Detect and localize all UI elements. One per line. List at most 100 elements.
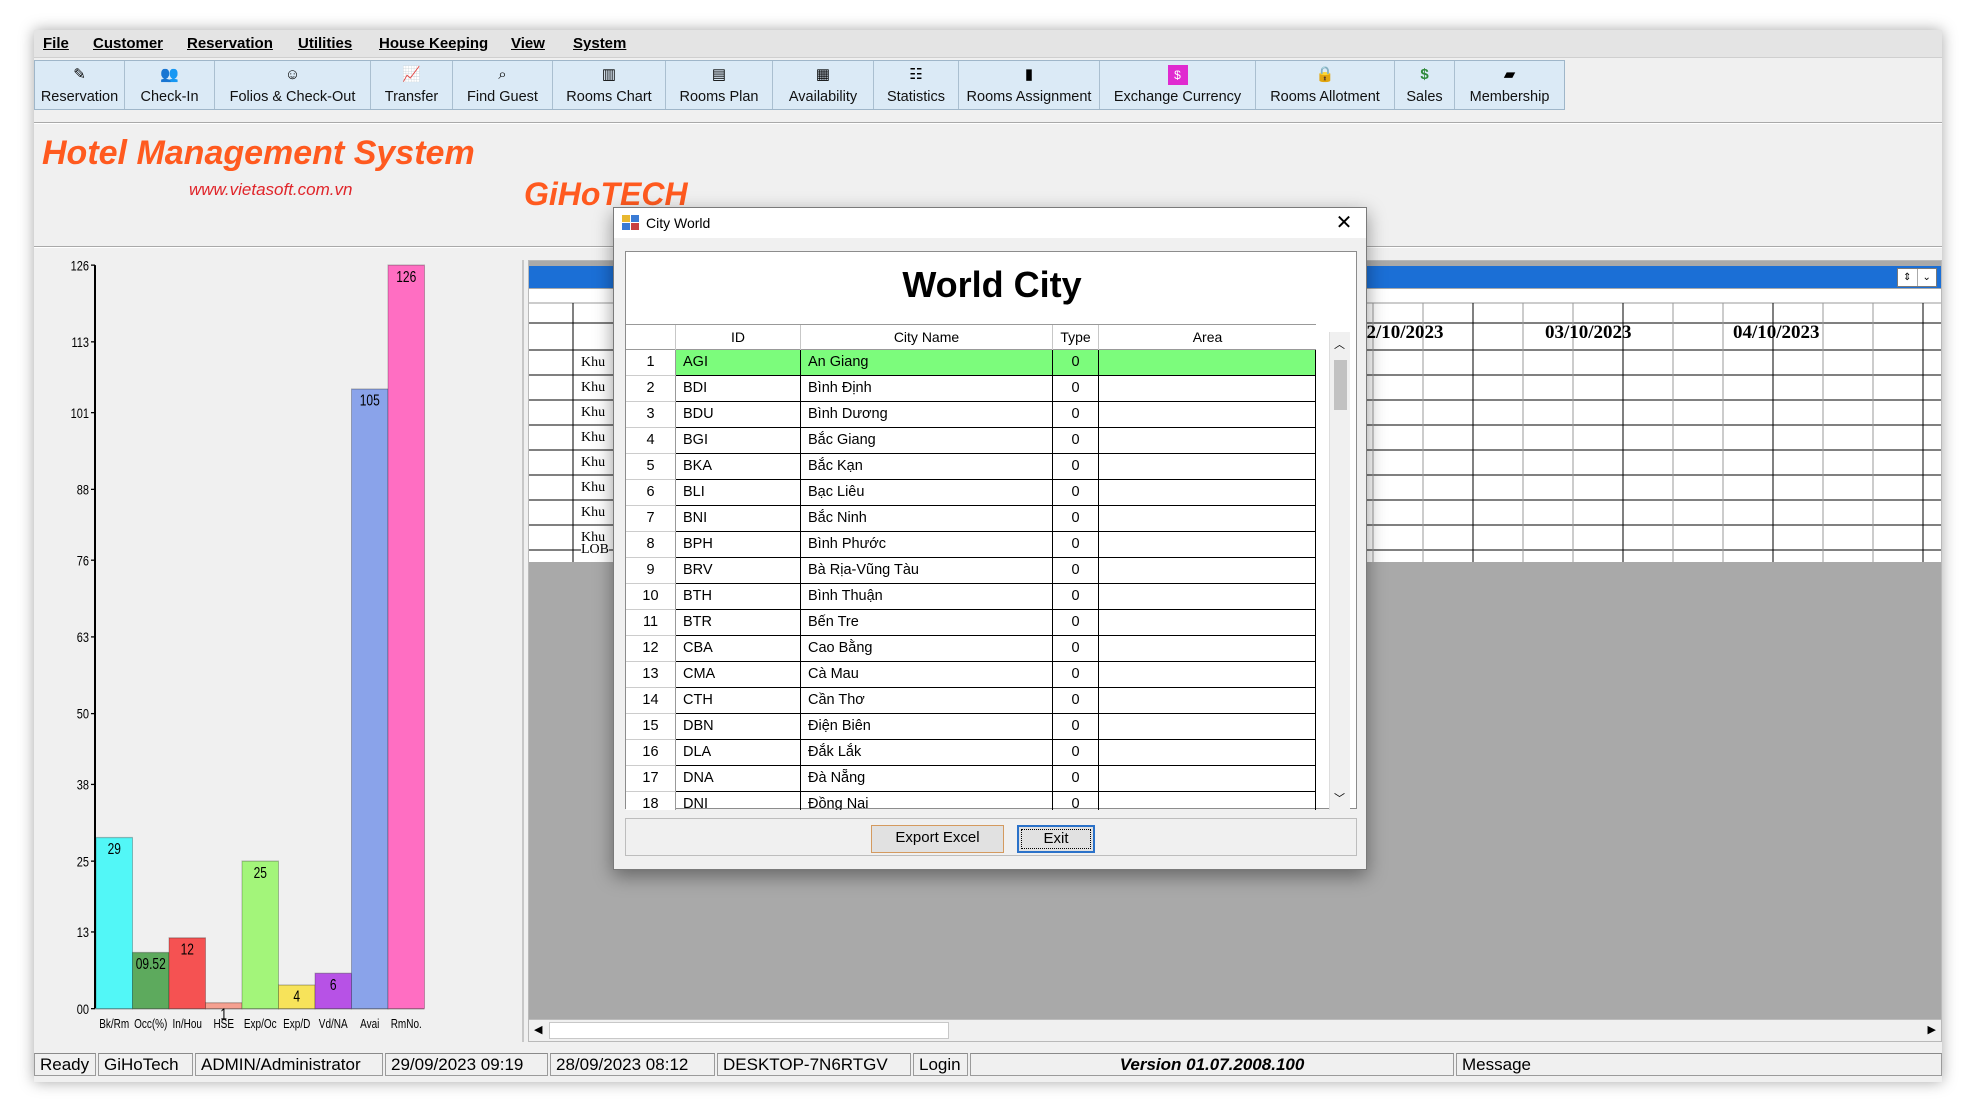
cell-id: DNA: [676, 766, 801, 792]
toolbar-membership-button[interactable]: ▰ Membership: [1455, 61, 1564, 109]
menu-system[interactable]: System: [573, 35, 626, 52]
vertical-scrollbar[interactable]: ︿ ﹀: [1329, 332, 1350, 810]
scroll-thumb[interactable]: [1334, 360, 1347, 410]
scroll-right-icon[interactable]: ▶: [1928, 1023, 1936, 1036]
cell-id: DNI: [676, 792, 801, 810]
cell-id: BTR: [676, 610, 801, 636]
cell-type: 0: [1053, 376, 1099, 402]
y-tick-label: 113: [71, 335, 89, 351]
table-row[interactable]: 11 BTR Bến Tre 0: [626, 610, 1316, 636]
chevron-down-icon[interactable]: ⌄: [1918, 269, 1937, 286]
cell-city-name: Bắc Giang: [801, 428, 1053, 454]
dialog-titlebar[interactable]: City World ✕: [614, 208, 1366, 238]
table-row[interactable]: 12 CBA Cao Bằng 0: [626, 636, 1316, 662]
table-row[interactable]: 14 CTH Cần Thơ 0: [626, 688, 1316, 714]
toolbar-rooms-chart-button[interactable]: ▥ Rooms Chart: [553, 61, 666, 109]
scroll-thumb[interactable]: [549, 1022, 949, 1039]
table-row[interactable]: 6 BLI Bạc Liêu 0: [626, 480, 1316, 506]
y-tick-label: 101: [71, 406, 89, 422]
toolbar-reservation-button[interactable]: ✎ Reservation: [35, 61, 125, 109]
bar: [95, 836, 133, 1010]
table-row[interactable]: 1 AGI An Giang 0: [626, 350, 1316, 376]
cell-type: 0: [1053, 740, 1099, 766]
cell-type: 0: [1053, 636, 1099, 662]
row-number: 17: [626, 766, 676, 792]
grid-spinner[interactable]: ⇕ ⌄: [1897, 268, 1937, 287]
cell-area: [1099, 792, 1316, 810]
toolbar-availability-button[interactable]: ▦ Availability: [773, 61, 874, 109]
table-row[interactable]: 4 BGI Bắc Giang 0: [626, 428, 1316, 454]
cell-id: AGI: [676, 350, 801, 376]
table-row[interactable]: 16 DLA Đắk Lắk 0: [626, 740, 1316, 766]
menu-view[interactable]: View: [511, 35, 545, 52]
close-icon[interactable]: ✕: [1332, 211, 1356, 235]
export-excel-button[interactable]: Export Excel: [871, 825, 1004, 853]
x-tick-label: Vd/NA: [319, 1018, 348, 1031]
column-header-id[interactable]: ID: [676, 325, 801, 350]
toolbar-rooms-assignment-button[interactable]: ▮ Rooms Assignment: [959, 61, 1100, 109]
cell-type: 0: [1053, 350, 1099, 376]
y-tick-label: 13: [77, 925, 89, 941]
table-row[interactable]: 3 BDU Bình Dương 0: [626, 402, 1316, 428]
currency-icon: $: [1167, 65, 1188, 85]
table-row[interactable]: 15 DBN Điện Biên 0: [626, 714, 1316, 740]
horizontal-scrollbar[interactable]: ◀ ▶: [529, 1019, 1941, 1041]
toolbar-transfer-button[interactable]: 📈 Transfer: [371, 61, 453, 109]
table-row[interactable]: 13 CMA Cà Mau 0: [626, 662, 1316, 688]
x-tick-label: Exp/Oc: [244, 1018, 277, 1031]
scroll-left-icon[interactable]: ◀: [534, 1023, 542, 1036]
city-table: ID City Name Type Area 1 AGI An Giang 0 2 BDI…: [626, 324, 1357, 810]
scroll-down-icon[interactable]: ﹀: [1334, 790, 1345, 806]
date-header: 03/10/2023: [1545, 322, 1632, 343]
bar-value-label: 105: [360, 392, 380, 409]
menu-file[interactable]: File: [43, 35, 69, 52]
date-header: 04/10/2023: [1733, 322, 1820, 343]
spin-updown-icon[interactable]: ⇕: [1898, 269, 1918, 286]
table-row[interactable]: 10 BTH Bình Thuận 0: [626, 584, 1316, 610]
toolbar: ✎ Reservation 👥 Check-In ☺ Folios & Chec…: [34, 60, 1565, 110]
menu-house-keeping[interactable]: House Keeping: [379, 35, 488, 52]
folio-icon: ☺: [284, 66, 301, 83]
toolbar-folios-checkout-button[interactable]: ☺ Folios & Check-Out: [215, 61, 371, 109]
cell-id: BNI: [676, 506, 801, 532]
toolbar-statistics-button[interactable]: ☷ Statistics: [874, 61, 959, 109]
toolbar-check-in-button[interactable]: 👥 Check-In: [125, 61, 215, 109]
table-row[interactable]: 2 BDI Bình Định 0: [626, 376, 1316, 402]
cell-area: [1099, 506, 1316, 532]
card-icon: ▰: [1503, 66, 1516, 83]
cell-id: BKA: [676, 454, 801, 480]
pen-icon: ✎: [73, 66, 86, 83]
row-number: 1: [626, 350, 676, 376]
availability-icon: ▦: [815, 66, 831, 83]
zone-label: LOB: [581, 542, 609, 558]
toolbar-rooms-allotment-button[interactable]: 🔒 Rooms Allotment: [1256, 61, 1395, 109]
column-header-city-name[interactable]: City Name: [801, 325, 1053, 350]
cell-id: BRV: [676, 558, 801, 584]
cell-city-name: Cần Thơ: [801, 688, 1053, 714]
table-row[interactable]: 9 BRV Bà Rịa-Vũng Tàu 0: [626, 558, 1316, 584]
table-row[interactable]: 7 BNI Bắc Ninh 0: [626, 506, 1316, 532]
toolbar-find-guest-button[interactable]: ⌕ Find Guest: [453, 61, 553, 109]
bars-icon: ▤: [711, 66, 727, 83]
table-row[interactable]: 18 DNI Đồng Nai 0: [626, 792, 1316, 810]
cell-area: [1099, 428, 1316, 454]
statistics-icon: ☷: [909, 66, 923, 83]
cell-id: BDU: [676, 402, 801, 428]
y-tick-label: 00: [77, 1002, 89, 1018]
table-row[interactable]: 17 DNA Đà Nẵng 0: [626, 766, 1316, 792]
menu-reservation[interactable]: Reservation: [187, 35, 273, 52]
table-row[interactable]: 8 BPH Bình Phước 0: [626, 532, 1316, 558]
toolbar-rooms-plan-button[interactable]: ▤ Rooms Plan: [666, 61, 773, 109]
table-row[interactable]: 5 BKA Bắc Kạn 0: [626, 454, 1316, 480]
toolbar-exchange-currency-button[interactable]: $ Exchange Currency: [1100, 61, 1256, 109]
toolbar-sales-button[interactable]: $ Sales: [1395, 61, 1455, 109]
scroll-up-icon[interactable]: ︿: [1334, 336, 1345, 352]
menu-utilities[interactable]: Utilities: [298, 35, 352, 52]
exit-button[interactable]: Exit: [1017, 825, 1095, 853]
column-header-area[interactable]: Area: [1099, 325, 1316, 350]
cell-area: [1099, 610, 1316, 636]
column-header-type[interactable]: Type: [1053, 325, 1099, 350]
menu-customer[interactable]: Customer: [93, 35, 163, 52]
row-number: 11: [626, 610, 676, 636]
city-world-dialog: City World ✕ World City ID City Name Typ…: [613, 207, 1367, 870]
